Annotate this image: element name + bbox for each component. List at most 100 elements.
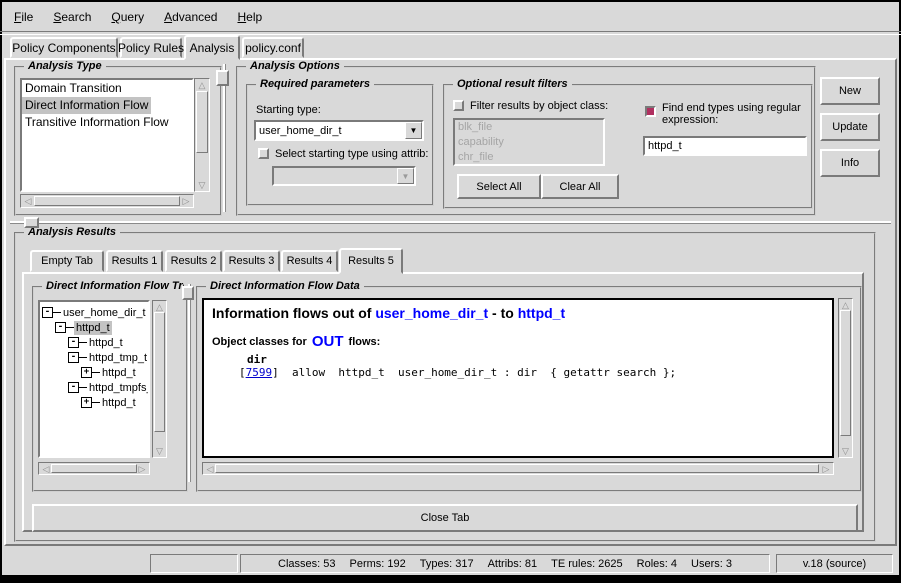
data-hscrollbar[interactable]: ◁ ▷: [202, 462, 834, 475]
scroll-thumb[interactable]: [215, 464, 819, 473]
analysis-type-hscrollbar[interactable]: ◁ ▷: [20, 194, 194, 208]
tree-node-label-selected[interactable]: httpd_t: [74, 321, 112, 335]
analysis-type-listbox: Domain Transition Direct Information Flo…: [20, 78, 194, 192]
tree-node-label[interactable]: httpd_tmpfs_t: [87, 381, 150, 395]
tab-results-3[interactable]: Results 3: [223, 250, 280, 272]
info-button[interactable]: Info: [820, 149, 880, 177]
tree-connector: [53, 312, 61, 313]
tab-policy-rules[interactable]: Policy Rules: [120, 37, 182, 58]
analysis-type-item-selected[interactable]: Direct Information Flow: [22, 97, 151, 114]
menu-search[interactable]: Search: [43, 6, 101, 28]
status-stats-box: Classes: 53 Perms: 192 Types: 317 Attrib…: [240, 554, 770, 573]
tree-expander[interactable]: +: [81, 367, 92, 378]
regex-input[interactable]: [643, 136, 807, 156]
scroll-thumb[interactable]: [154, 312, 165, 432]
rule-bracket: [: [239, 366, 246, 379]
status-version-box: v.18 (source): [776, 554, 893, 573]
stat-types: Types: 317: [420, 558, 474, 570]
scroll-right-arrow[interactable]: ▷: [820, 463, 832, 474]
scroll-up-arrow[interactable]: △: [195, 80, 209, 90]
scroll-up-arrow[interactable]: △: [153, 302, 166, 312]
scroll-down-arrow[interactable]: ▽: [839, 446, 852, 456]
tree-connector: [79, 342, 87, 343]
starting-type-label: Starting type:: [256, 104, 321, 116]
headline-target-type: httpd_t: [518, 305, 565, 321]
tab-results-1[interactable]: Results 1: [106, 250, 163, 272]
tree-node-label[interactable]: httpd_tmp_t: [87, 351, 149, 365]
object-class-item[interactable]: blk_file: [455, 120, 495, 135]
attrib-checkbox-row[interactable]: Select starting type using attrib:: [258, 148, 428, 160]
sash-vertical: [188, 284, 191, 482]
tree-vscrollbar[interactable]: △ ▽: [152, 300, 167, 458]
tree-node-label[interactable]: user_home_dir_t: [61, 306, 148, 320]
tree-node-label[interactable]: httpd_t: [100, 366, 138, 380]
tree-expander[interactable]: -: [42, 307, 53, 318]
analysis-page: Analysis Type Domain Transition Direct I…: [4, 58, 897, 546]
rule-text: ] allow httpd_t user_home_dir_t : dir { …: [272, 366, 676, 379]
scroll-left-arrow[interactable]: ◁: [22, 195, 34, 207]
object-class-checkbox-row[interactable]: Filter results by object class:: [453, 100, 608, 112]
tree-expander[interactable]: -: [68, 352, 79, 363]
object-class-checkbox[interactable]: [453, 100, 464, 111]
sash-handle[interactable]: [216, 70, 229, 86]
sash-handle[interactable]: [182, 286, 194, 300]
scroll-right-arrow[interactable]: ▷: [136, 463, 148, 474]
object-line-prefix: Object classes for: [212, 336, 310, 348]
tree-expander[interactable]: +: [81, 397, 92, 408]
results-page: Direct Information Flow Tree -user_home_…: [22, 272, 864, 532]
sash-handle[interactable]: [24, 217, 39, 228]
object-class-item[interactable]: capability: [455, 135, 507, 150]
scroll-right-arrow[interactable]: ▷: [180, 195, 192, 207]
data-vscrollbar[interactable]: △ ▽: [838, 298, 853, 458]
tree-hscrollbar[interactable]: ◁ ▷: [38, 462, 150, 475]
menu-help[interactable]: Help: [227, 6, 272, 28]
select-all-button[interactable]: Select All: [457, 174, 541, 199]
tree-expander[interactable]: -: [68, 337, 79, 348]
tab-analysis[interactable]: Analysis: [184, 35, 240, 60]
analysis-type-item[interactable]: Domain Transition: [22, 80, 125, 97]
attrib-checkbox-label: Select starting type using attrib:: [275, 148, 428, 160]
tab-policy-conf[interactable]: policy.conf: [242, 37, 304, 58]
attrib-checkbox[interactable]: [258, 148, 269, 159]
scroll-down-arrow[interactable]: ▽: [195, 180, 209, 190]
new-button[interactable]: New: [820, 77, 880, 105]
menu-query[interactable]: Query: [101, 6, 154, 28]
tab-results-2[interactable]: Results 2: [165, 250, 222, 272]
headline-source-type: user_home_dir_t: [375, 305, 488, 321]
attrib-combobox[interactable]: ▼: [272, 166, 416, 186]
flow-tree-frame: Direct Information Flow Tree -user_home_…: [32, 286, 188, 492]
regex-checkbox[interactable]: [645, 106, 656, 117]
chevron-down-icon[interactable]: ▼: [405, 122, 422, 139]
clear-all-button[interactable]: Clear All: [541, 174, 619, 199]
tree-connector: [92, 372, 100, 373]
tree-expander[interactable]: -: [55, 322, 66, 333]
scroll-thumb[interactable]: [34, 196, 180, 206]
tab-results-5[interactable]: Results 5: [339, 248, 403, 274]
starting-type-combobox[interactable]: user_home_dir_t ▼: [254, 120, 424, 141]
regex-checkbox-row[interactable]: Find end types using regular expression:: [645, 102, 813, 126]
tab-empty-tab[interactable]: Empty Tab: [30, 250, 104, 272]
scroll-thumb[interactable]: [840, 310, 851, 436]
object-class-name: dir: [247, 353, 824, 366]
flow-tree-title: Direct Information Flow Tree: [42, 280, 184, 292]
scroll-up-arrow[interactable]: △: [839, 300, 852, 310]
menu-advanced[interactable]: Advanced: [154, 6, 227, 28]
tree-expander[interactable]: -: [68, 382, 79, 393]
scroll-thumb[interactable]: [51, 464, 137, 473]
tree-node-label[interactable]: httpd_t: [100, 396, 138, 410]
optional-filters-title: Optional result filters: [453, 78, 572, 90]
analysis-options-frame: Analysis Options Required parameters Sta…: [236, 66, 816, 216]
analysis-type-item[interactable]: Transitive Information Flow: [22, 114, 172, 131]
update-button[interactable]: Update: [820, 113, 880, 141]
close-tab-button[interactable]: Close Tab: [32, 504, 858, 532]
tree-connector: [92, 402, 100, 403]
scroll-down-arrow[interactable]: ▽: [153, 446, 166, 456]
tab-policy-components[interactable]: Policy Components: [10, 37, 118, 58]
rule-id-link[interactable]: 7599: [246, 366, 273, 379]
tree-node-label[interactable]: httpd_t: [87, 336, 125, 350]
analysis-type-vscrollbar[interactable]: △ ▽: [194, 78, 210, 192]
object-class-item[interactable]: chr_file: [455, 150, 496, 165]
scroll-thumb[interactable]: [196, 91, 208, 153]
menu-file[interactable]: File: [4, 6, 43, 28]
tab-results-4[interactable]: Results 4: [281, 250, 338, 272]
